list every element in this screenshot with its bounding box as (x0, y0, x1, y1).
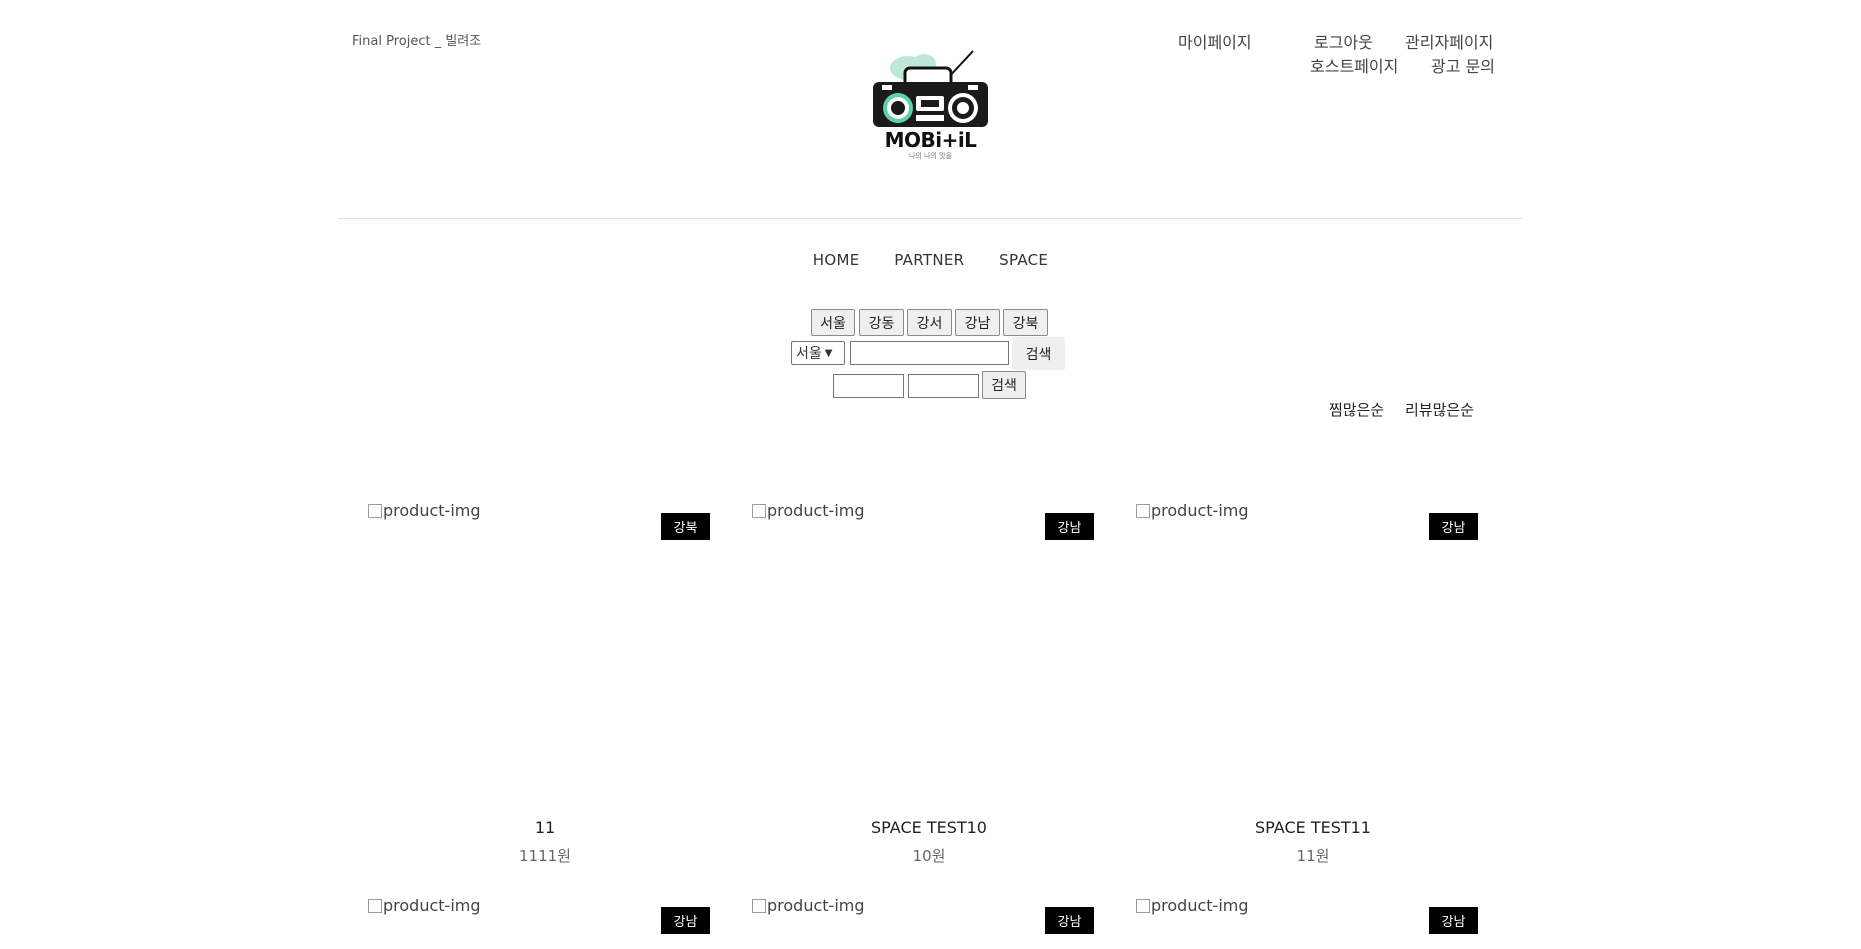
product-image[interactable]: product-img (368, 896, 481, 915)
broken-image-icon (368, 898, 382, 913)
logout-link[interactable]: 로그아웃 (1314, 29, 1373, 53)
region-button-gangnam[interactable]: 강남 (955, 309, 1000, 336)
region-select-value: 서울 (796, 346, 822, 362)
admin-page-link[interactable]: 관리자페이지 (1405, 29, 1493, 53)
keyword-search-button[interactable]: 검색 (1012, 337, 1065, 370)
chevron-down-icon: ▼ (824, 347, 833, 359)
mypage-link[interactable]: 마이페이지 (1178, 29, 1252, 53)
region-button-seoul[interactable]: 서울 (811, 309, 855, 336)
product-title[interactable]: 11 (355, 818, 735, 837)
product-title[interactable]: SPACE TEST11 (1123, 818, 1503, 837)
sort-by-reviews[interactable]: 리뷰많은순 (1405, 399, 1474, 420)
broken-image-icon (752, 898, 766, 913)
region-badge: 강남 (1045, 513, 1094, 540)
ad-inquiry-link[interactable]: 광고 문의 (1431, 53, 1495, 77)
product-image[interactable]: product-img (1136, 501, 1249, 520)
logo-brand: MOBi+iL (884, 128, 977, 152)
main-nav: HOME PARTNER SPACE (0, 251, 1861, 269)
product-image[interactable]: product-img (368, 501, 481, 520)
region-badge: 강남 (1429, 513, 1478, 540)
product-price: 10원 (912, 847, 946, 865)
region-badge: 강남 (1045, 907, 1094, 934)
max-value-input[interactable] (908, 374, 979, 398)
sort-by-likes[interactable]: 찜많은순 (1329, 399, 1384, 420)
product-image[interactable]: product-img (1136, 896, 1249, 915)
product-image[interactable]: product-img (752, 501, 865, 520)
nav-space[interactable]: SPACE (999, 251, 1048, 269)
range-search-button[interactable]: 검색 (982, 371, 1026, 399)
site-logo[interactable]: MOBi+iL 나의 나의 맛을 (868, 48, 993, 163)
region-badge: 강남 (661, 907, 710, 934)
region-button-gangdong[interactable]: 강동 (859, 309, 904, 336)
nav-partner[interactable]: PARTNER (894, 251, 964, 269)
project-note: Final Project _ 빌려조 (352, 34, 482, 49)
keyword-search-input[interactable] (850, 341, 1009, 365)
region-button-gangbuk[interactable]: 강북 (1003, 309, 1048, 336)
product-title[interactable]: SPACE TEST10 (739, 818, 1119, 837)
broken-image-icon (1136, 898, 1150, 913)
header-divider (338, 218, 1522, 219)
product-image[interactable]: product-img (752, 896, 865, 915)
broken-image-icon (752, 503, 766, 518)
product-price: 1111원 (519, 847, 571, 865)
region-badge: 강북 (661, 513, 710, 540)
region-button-gangseo[interactable]: 강서 (907, 309, 952, 336)
broken-image-icon (368, 503, 382, 518)
nav-home[interactable]: HOME (813, 251, 860, 269)
broken-image-icon (1136, 503, 1150, 518)
min-value-input[interactable] (833, 374, 904, 398)
region-select[interactable]: 서울 ▼ (791, 341, 845, 365)
product-price: 11원 (1296, 847, 1330, 865)
host-page-link[interactable]: 호스트페이지 (1310, 53, 1398, 77)
logo-tagline: 나의 나의 맛을 (908, 152, 953, 160)
region-badge: 강남 (1429, 907, 1478, 934)
